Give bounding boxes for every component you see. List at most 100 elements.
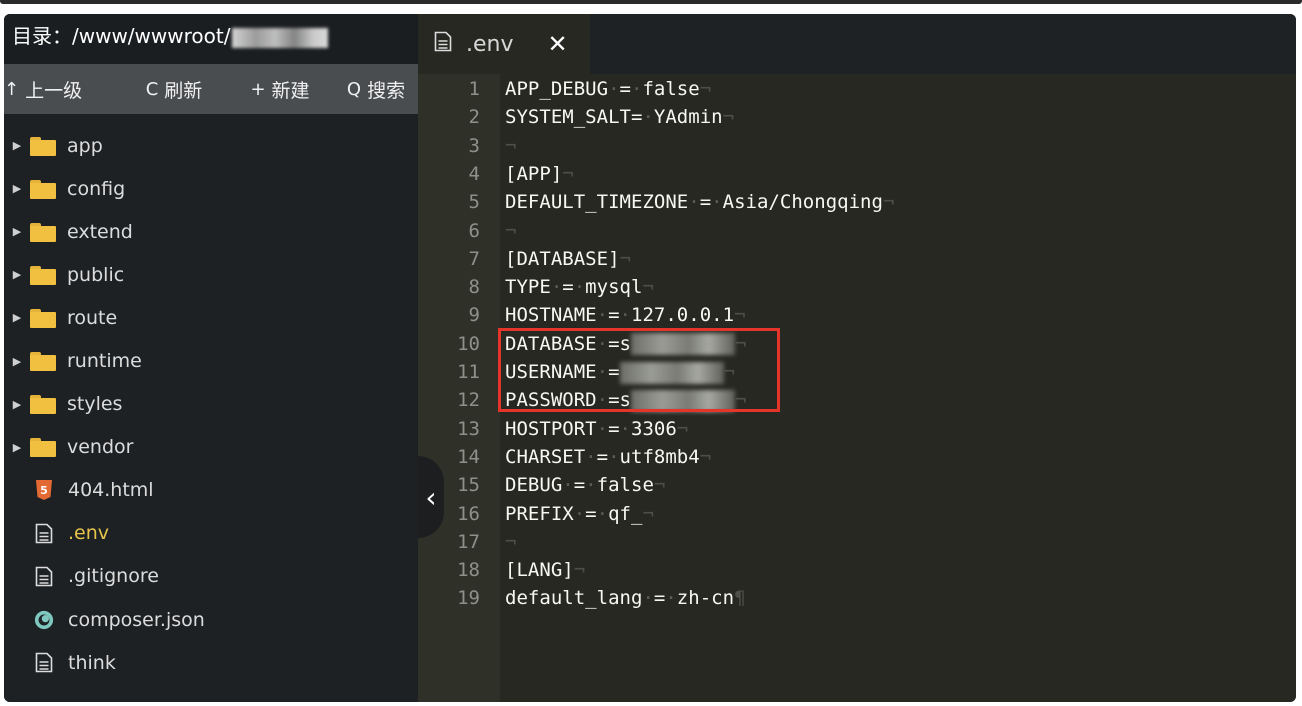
file-label-active: .env <box>68 522 110 545</box>
parent-dir-button[interactable]: ↑ 上一级 <box>4 76 122 103</box>
code-line[interactable]: default_lang·=·zh-cn¶ <box>505 584 746 612</box>
caret-right-icon[interactable]: ▶ <box>4 225 30 238</box>
folder-icon <box>30 136 56 156</box>
folder-label: styles <box>67 393 123 416</box>
document-icon <box>434 31 452 58</box>
folder-icon <box>30 352 56 372</box>
file-manager-window: 目录：/www/wwwroot/ ↑ 上一级 C 刷新 + 新建 Q 搜索 ▶ <box>4 14 1296 702</box>
code-line[interactable]: DATABASE·=s ¬ <box>505 330 746 358</box>
code-line[interactable]: SYSTEM_SALT=·YAdmin¬ <box>505 103 734 131</box>
code-editor: .env ✕ 1 APP_DEBUG·=·false¬ 2 SYSTEM_SALT=·… <box>418 14 1296 702</box>
refresh-button[interactable]: C 刷新 <box>122 76 226 103</box>
folder-label: app <box>67 134 103 157</box>
line-number: 19 <box>457 587 480 610</box>
directory-path: 目录：/www/wwwroot/ <box>12 24 231 48</box>
html5-icon: 5 <box>34 479 54 501</box>
caret-right-icon[interactable]: ▶ <box>4 311 30 324</box>
file-tree: ▶ app ▶ config ▶ extend ▶ public ▶ route… <box>4 114 418 684</box>
line-number: 13 <box>457 417 480 440</box>
caret-right-icon[interactable]: ▶ <box>4 355 30 368</box>
search-button[interactable]: Q 搜索 <box>334 76 418 103</box>
plus-icon: + <box>250 78 266 100</box>
line-number: 7 <box>468 247 480 270</box>
folder-item-app[interactable]: ▶ app <box>4 124 418 167</box>
file-tree-sidebar: 目录：/www/wwwroot/ ↑ 上一级 C 刷新 + 新建 Q 搜索 ▶ <box>4 14 418 702</box>
folder-item-vendor[interactable]: ▶ vendor <box>4 426 418 469</box>
line-number: 5 <box>468 191 480 214</box>
file-item-gitignore[interactable]: .gitignore <box>4 555 418 598</box>
folder-icon <box>30 308 56 328</box>
file-label: think <box>68 651 116 674</box>
tab-label: .env <box>466 31 514 57</box>
close-icon[interactable]: ✕ <box>548 30 568 58</box>
code-line[interactable]: APP_DEBUG·=·false¬ <box>505 75 711 103</box>
file-label: .gitignore <box>68 565 159 588</box>
file-label: 404.html <box>68 479 154 502</box>
line-number: 10 <box>457 332 480 355</box>
code-line[interactable]: CHARSET·=·utf8mb4¬ <box>505 443 711 471</box>
new-button[interactable]: + 新建 <box>226 76 334 103</box>
code-line[interactable]: [APP]¬ <box>505 160 574 188</box>
folder-icon <box>30 395 56 415</box>
folder-item-config[interactable]: ▶ config <box>4 167 418 210</box>
code-line[interactable]: [LANG]¬ <box>505 556 585 584</box>
document-icon <box>34 565 54 587</box>
chevron-left-icon: ‹ <box>425 480 437 514</box>
composer-icon <box>34 609 54 631</box>
caret-right-icon[interactable]: ▶ <box>4 441 30 454</box>
search-icon: Q <box>346 78 362 100</box>
caret-right-icon[interactable]: ▶ <box>4 268 30 281</box>
parent-dir-label: 上一级 <box>25 79 83 102</box>
line-number: 6 <box>468 219 480 242</box>
folder-label: runtime <box>67 350 142 373</box>
line-number: 18 <box>457 559 480 582</box>
line-number: 4 <box>468 162 480 185</box>
folder-icon <box>30 265 56 285</box>
folder-item-runtime[interactable]: ▶ runtime <box>4 339 418 382</box>
folder-label: public <box>67 263 125 286</box>
folder-icon <box>30 438 56 458</box>
redacted-value <box>630 389 735 412</box>
editor-tab-bar: .env ✕ <box>418 14 1296 74</box>
line-number: 2 <box>468 106 480 129</box>
search-label: 搜索 <box>367 79 406 102</box>
new-label: 新建 <box>271 79 310 102</box>
code-line[interactable]: ¬ <box>505 528 516 556</box>
code-line[interactable]: DEBUG·=·false¬ <box>505 471 665 499</box>
folder-item-public[interactable]: ▶ public <box>4 253 418 296</box>
caret-right-icon[interactable]: ▶ <box>4 182 30 195</box>
code-area[interactable]: 1 APP_DEBUG·=·false¬ 2 SYSTEM_SALT=·YAdmin¬… <box>418 74 1296 702</box>
refresh-label: 刷新 <box>164 79 203 102</box>
code-line[interactable]: PREFIX·=·qf_¬ <box>505 500 654 528</box>
caret-right-icon[interactable]: ▶ <box>4 398 30 411</box>
file-item-composer-json[interactable]: composer.json <box>4 598 418 641</box>
code-line[interactable]: ¬ <box>505 217 516 245</box>
file-item-env[interactable]: .env <box>4 512 418 555</box>
code-line[interactable]: PASSWORD·=s ¬ <box>505 386 746 414</box>
folder-item-styles[interactable]: ▶ styles <box>4 383 418 426</box>
code-line[interactable]: HOSTNAME·=·127.0.0.1¬ <box>505 301 746 329</box>
code-line[interactable]: HOSTPORT·=·3306¬ <box>505 415 688 443</box>
caret-right-icon[interactable]: ▶ <box>4 139 30 152</box>
tab-env[interactable]: .env ✕ <box>418 14 590 74</box>
code-line[interactable]: DEFAULT_TIMEZONE·=·Asia/Chongqing¬ <box>505 188 894 216</box>
redacted-value <box>619 361 724 384</box>
code-line[interactable]: [DATABASE]¬ <box>505 245 631 273</box>
code-line[interactable]: TYPE·=·mysql¬ <box>505 273 654 301</box>
refresh-icon: C <box>145 78 159 100</box>
top-border <box>0 0 1302 4</box>
folder-icon <box>30 179 56 199</box>
collapse-sidebar-handle[interactable]: ‹ <box>418 456 444 538</box>
folder-icon <box>30 222 56 242</box>
folder-item-route[interactable]: ▶ route <box>4 296 418 339</box>
folder-label: route <box>67 306 118 329</box>
code-line[interactable]: ¬ <box>505 132 516 160</box>
file-item-think[interactable]: think <box>4 641 418 684</box>
line-number: 11 <box>457 361 480 383</box>
arrow-up-icon: ↑ <box>4 78 20 100</box>
line-number: 8 <box>468 276 480 299</box>
line-number: 1 <box>468 78 480 100</box>
file-item-404-html[interactable]: 5 404.html <box>4 469 418 512</box>
code-line[interactable]: USERNAME·= ¬ <box>505 358 735 386</box>
folder-item-extend[interactable]: ▶ extend <box>4 210 418 253</box>
